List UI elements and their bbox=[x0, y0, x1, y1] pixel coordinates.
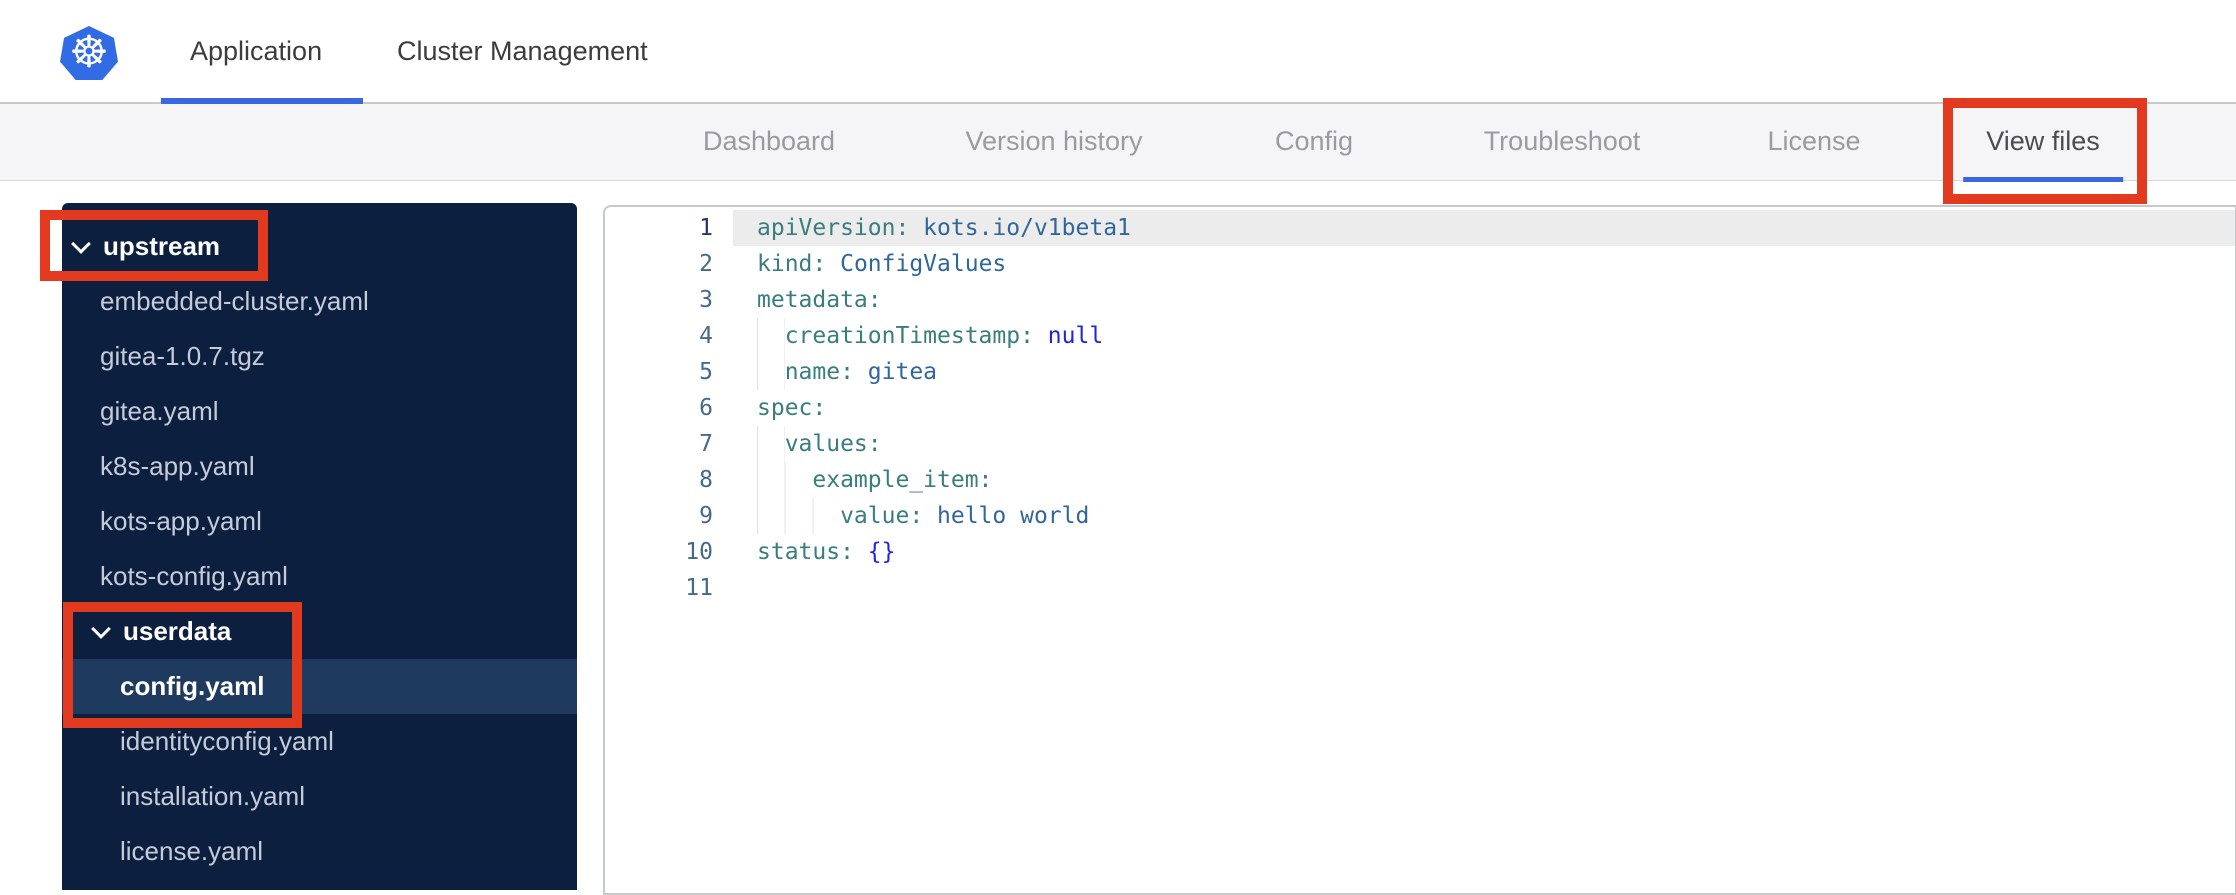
code-content: name: gitea bbox=[733, 354, 2235, 390]
tree-item-label: kots-app.yaml bbox=[100, 506, 262, 536]
tab-dashboard[interactable]: Dashboard bbox=[703, 104, 835, 181]
code-content: creationTimestamp: null bbox=[733, 318, 2235, 354]
tree-item-label: kots-config.yaml bbox=[100, 561, 288, 591]
line-number: 7 bbox=[699, 431, 713, 457]
code-line-8: 8 example_item: bbox=[605, 462, 2235, 498]
file-license-yaml[interactable]: license.yaml bbox=[62, 824, 577, 879]
kubernetes-wheel-icon: ☸ bbox=[69, 27, 109, 78]
code-line-2: 2 kind: ConfigValues bbox=[605, 246, 2235, 282]
tab-license[interactable]: License bbox=[1767, 104, 1860, 181]
tree-item-label: identityconfig.yaml bbox=[120, 726, 334, 756]
code-content: kind: ConfigValues bbox=[757, 251, 1007, 277]
tree-item-label: config.yaml bbox=[120, 671, 265, 701]
line-number: 5 bbox=[699, 359, 713, 385]
folder-userdata[interactable]: userdata bbox=[62, 604, 577, 659]
file-gitea-yaml[interactable]: gitea.yaml bbox=[62, 384, 577, 439]
file-tree-sidebar[interactable]: upstream embedded-cluster.yaml gitea-1.0.7… bbox=[62, 203, 577, 890]
code-line-11: 11 bbox=[605, 570, 2235, 606]
header-tab-cluster-management[interactable]: Cluster Management bbox=[397, 0, 648, 102]
tree-item-label: gitea.yaml bbox=[100, 396, 219, 426]
tree-item-label: gitea-1.0.7.tgz bbox=[100, 341, 265, 371]
file-embedded-cluster-yaml[interactable]: embedded-cluster.yaml bbox=[62, 274, 577, 329]
file-gitea-1-0-7-tgz[interactable]: gitea-1.0.7.tgz bbox=[62, 329, 577, 384]
file-kots-app-yaml[interactable]: kots-app.yaml bbox=[62, 494, 577, 549]
tab-version-history[interactable]: Version history bbox=[965, 104, 1142, 181]
folder-upstream[interactable]: upstream bbox=[62, 219, 577, 274]
indent-guides bbox=[757, 318, 785, 354]
kubernetes-logo[interactable]: ☸ bbox=[60, 26, 118, 80]
code-content: metadata: bbox=[757, 287, 882, 313]
code-line-1: 1 apiVersion: kots.io/v1beta1 bbox=[605, 210, 2235, 246]
app-header: ☸ Application Cluster Management bbox=[0, 0, 2236, 104]
file-kots-config-yaml[interactable]: kots-config.yaml bbox=[62, 549, 577, 604]
line-number: 11 bbox=[685, 575, 713, 601]
line-number: 2 bbox=[699, 251, 713, 277]
code-line-3: 3 metadata: bbox=[605, 282, 2235, 318]
code-line-10: 10 status: {} bbox=[605, 534, 2235, 570]
code-line-9: 9 value: hello world bbox=[605, 498, 2235, 534]
tree-item-label: license.yaml bbox=[120, 836, 264, 866]
indent-guides bbox=[757, 498, 841, 534]
chevron-down-icon bbox=[71, 233, 91, 254]
tree-item-label: userdata bbox=[123, 616, 232, 646]
tab-view-files[interactable]: View files bbox=[1986, 104, 2100, 181]
line-number: 9 bbox=[699, 503, 713, 529]
code-content: example_item: bbox=[733, 462, 2235, 498]
code-content bbox=[733, 570, 2235, 606]
tree-item-label: embedded-cluster.yaml bbox=[100, 286, 369, 316]
line-number: 6 bbox=[699, 395, 713, 421]
indent-guides bbox=[757, 462, 813, 498]
tree-item-label: upstream bbox=[103, 231, 221, 261]
code-line-4: 4 creationTimestamp: null bbox=[605, 318, 2235, 354]
tab-troubleshoot[interactable]: Troubleshoot bbox=[1484, 104, 1641, 181]
file-identityconfig-yaml[interactable]: identityconfig.yaml bbox=[62, 714, 577, 769]
yaml-file-viewer[interactable]: 1 apiVersion: kots.io/v1beta1 2 kind: Confi… bbox=[603, 205, 2236, 895]
tree-item-label: installation.yaml bbox=[120, 781, 305, 811]
tree-item-label: k8s-app.yaml bbox=[100, 451, 255, 481]
line-number: 4 bbox=[699, 323, 713, 349]
header-tab-application[interactable]: Application bbox=[190, 0, 322, 102]
code-content: status: {} bbox=[757, 539, 896, 565]
code-line-5: 5 name: gitea bbox=[605, 354, 2235, 390]
code-line-7: 7 values: bbox=[605, 426, 2235, 462]
code-content: values: bbox=[733, 426, 2235, 462]
code-line-6: 6 spec: bbox=[605, 390, 2235, 426]
file-installation-yaml[interactable]: installation.yaml bbox=[62, 769, 577, 824]
app-subnav: Dashboard Version history Config Troublesho… bbox=[0, 104, 2236, 181]
code-content: apiVersion: kots.io/v1beta1 bbox=[733, 210, 2235, 246]
file-config-yaml[interactable]: config.yaml bbox=[62, 659, 577, 714]
line-number: 8 bbox=[699, 467, 713, 493]
code-content: spec: bbox=[757, 395, 827, 421]
line-number: 3 bbox=[699, 287, 713, 313]
line-number: 1 bbox=[699, 215, 713, 241]
file-k8s-app-yaml[interactable]: k8s-app.yaml bbox=[62, 439, 577, 494]
indent-guides bbox=[757, 426, 785, 462]
chevron-down-icon bbox=[91, 618, 111, 639]
indent-guides bbox=[757, 354, 785, 390]
tab-config[interactable]: Config bbox=[1275, 104, 1353, 181]
code-content: value: hello world bbox=[733, 498, 2235, 534]
line-number: 10 bbox=[685, 539, 713, 565]
